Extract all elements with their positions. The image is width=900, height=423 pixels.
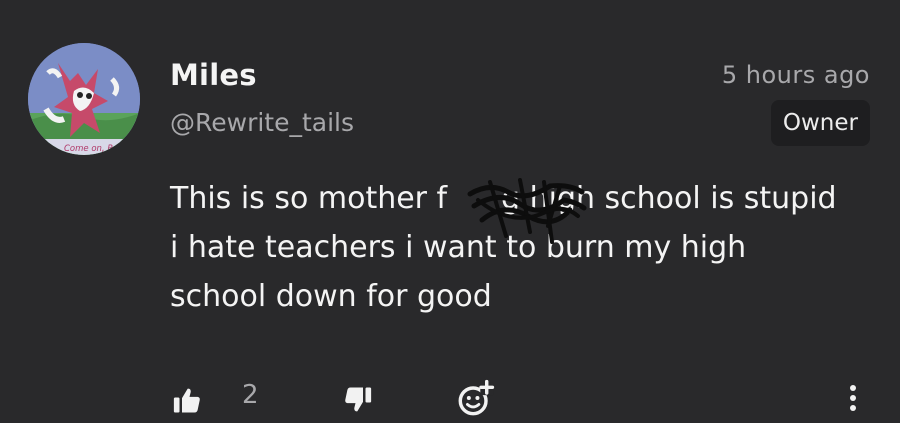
action-bar: 2 [0,372,900,422]
add-reaction-icon [458,379,495,416]
author-handle[interactable]: @Rewrite_tails [170,108,354,137]
thumbs-up-icon [173,388,200,413]
dislike-button[interactable] [339,382,377,418]
avatar-caption: Come on, Re [64,144,118,154]
more-vertical-icon [850,385,856,411]
avatar[interactable]: Come on, Re [28,43,140,155]
avatar-image: Come on, Re [28,43,140,155]
comment-card: Come on, Re Miles @Rewrite_tails 5 hours… [0,0,900,423]
thumbs-down-icon [345,387,372,412]
add-reaction-button[interactable] [455,377,497,419]
author-name[interactable]: Miles [170,58,257,92]
more-options-button[interactable] [840,380,866,416]
like-count: 2 [242,380,259,410]
comment-text: This is so mother f g high school is stu… [170,181,837,314]
like-button[interactable] [168,382,206,418]
role-badge: Owner [770,100,870,146]
timestamp: 5 hours ago [721,61,870,89]
